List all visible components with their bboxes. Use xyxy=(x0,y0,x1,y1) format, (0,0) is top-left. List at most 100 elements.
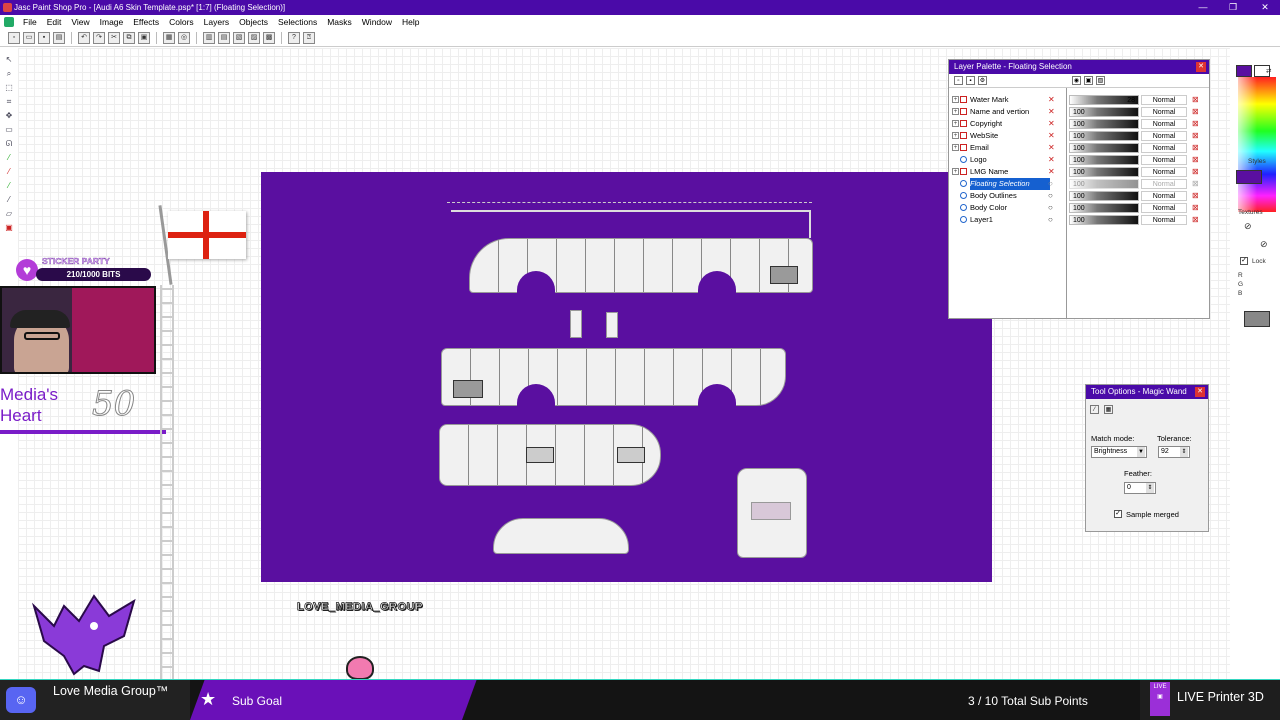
fill-icon[interactable]: ▣ xyxy=(4,222,14,234)
lock-checkbox[interactable]: ✓ xyxy=(1240,257,1248,265)
visibility-icon[interactable]: ✕ xyxy=(1048,156,1057,164)
layer-opacity[interactable]: 100 xyxy=(1069,203,1139,213)
expand-icon[interactable]: + xyxy=(952,132,959,139)
menu-file[interactable]: File xyxy=(18,17,42,27)
arrow-tool-icon[interactable]: ↖ xyxy=(4,54,14,66)
lasso-icon[interactable]: ᘏ xyxy=(4,138,14,150)
minimize-button[interactable]: — xyxy=(1188,0,1218,15)
visibility-toggle-icon[interactable]: ◉ xyxy=(1072,76,1081,85)
layer-row[interactable]: + WebSite ✕ 100 Normal ⊠ xyxy=(949,130,1211,142)
layer-row[interactable]: + Name and vertion ✕ 100 Normal ⊠ xyxy=(949,106,1211,118)
link-icon[interactable]: ▣ xyxy=(1084,76,1093,85)
lock-icon[interactable]: ⊠ xyxy=(1192,144,1201,152)
delete-layer-icon[interactable]: ▪ xyxy=(966,76,975,85)
visibility-icon[interactable]: ✕ xyxy=(1048,168,1057,176)
match-mode-select[interactable]: Brightness ▼ xyxy=(1091,446,1147,458)
spin-arrows-icon[interactable]: ⇕ xyxy=(1146,483,1154,493)
menu-masks[interactable]: Masks xyxy=(322,17,357,27)
expand-icon[interactable]: + xyxy=(952,120,959,127)
toolbar-icon[interactable]: ▤ xyxy=(218,31,230,44)
feather-input[interactable]: 0 ⇕ xyxy=(1124,482,1156,494)
blend-mode[interactable]: Normal xyxy=(1141,143,1187,153)
lock-icon[interactable]: ⊠ xyxy=(1192,204,1201,212)
blend-mode[interactable]: Normal xyxy=(1141,191,1187,201)
redo-icon[interactable]: ↷ xyxy=(93,31,105,44)
lock-icon[interactable]: ⊠ xyxy=(1192,168,1201,176)
color-picker-gradient[interactable] xyxy=(1238,77,1276,212)
layer-icon[interactable]: ▧ xyxy=(233,31,245,44)
new-icon[interactable]: ▫ xyxy=(8,31,20,44)
browse-icon[interactable]: ▦ xyxy=(163,31,175,44)
visibility-icon[interactable]: ○ xyxy=(1048,204,1057,212)
expand-icon[interactable]: + xyxy=(952,144,959,151)
layer-row[interactable]: + LMG Name ✕ 100 Normal ⊠ xyxy=(949,166,1211,178)
layer-opacity[interactable]: 100 xyxy=(1069,179,1139,189)
expand-icon[interactable]: + xyxy=(952,108,959,115)
layer-opacity[interactable]: 100 xyxy=(1069,119,1139,129)
restore-button[interactable]: ❐ xyxy=(1218,0,1248,15)
blend-mode[interactable]: Normal xyxy=(1141,131,1187,141)
brush-icon[interactable]: ⁄ xyxy=(4,180,14,192)
menu-help[interactable]: Help xyxy=(397,17,424,27)
visibility-icon[interactable]: ✕ xyxy=(1048,120,1057,128)
palettes-icon[interactable]: ▩ xyxy=(263,31,275,44)
menu-colors[interactable]: Colors xyxy=(164,17,199,27)
magic-wand-icon[interactable]: ⁄ xyxy=(4,152,14,164)
layer-opacity[interactable]: 100 xyxy=(1069,131,1139,141)
rect-select-icon[interactable]: ▭ xyxy=(4,124,14,136)
lock-icon[interactable]: ⊠ xyxy=(1192,192,1201,200)
crop-tool-icon[interactable]: ⌗ xyxy=(4,96,14,108)
blend-mode[interactable]: Normal xyxy=(1141,167,1187,177)
visibility-icon[interactable]: ✕ xyxy=(1048,132,1057,140)
sample-merged-checkbox[interactable]: ✓ xyxy=(1114,510,1122,518)
menu-objects[interactable]: Objects xyxy=(234,17,273,27)
chevron-down-icon[interactable]: ▼ xyxy=(1137,447,1145,457)
blend-mode[interactable]: Normal xyxy=(1141,215,1187,225)
blend-mode[interactable]: Normal xyxy=(1141,179,1187,189)
tolerance-input[interactable]: 92 ⇕ xyxy=(1158,446,1190,458)
menu-view[interactable]: View xyxy=(66,17,94,27)
new-layer-icon[interactable]: ▫ xyxy=(954,76,963,85)
visibility-icon[interactable]: ○ xyxy=(1048,216,1057,224)
blend-mode[interactable]: Normal xyxy=(1141,107,1187,117)
document-menu-icon[interactable] xyxy=(4,17,14,27)
lock-icon[interactable]: ⊠ xyxy=(1192,216,1201,224)
help-icon[interactable]: ? xyxy=(288,31,300,44)
blend-mode[interactable]: Normal xyxy=(1141,95,1187,105)
lock-icon[interactable]: ⊠ xyxy=(1192,180,1201,188)
close-icon[interactable]: ✕ xyxy=(1195,387,1205,397)
layer-opacity[interactable]: 100 xyxy=(1069,191,1139,201)
copy-icon[interactable]: ⧉ xyxy=(123,31,135,44)
save-icon[interactable]: ▪ xyxy=(38,31,50,44)
options-tab-icon[interactable]: ▦ xyxy=(1104,405,1113,414)
expand-icon[interactable]: + xyxy=(952,168,959,175)
menu-window[interactable]: Window xyxy=(357,17,397,27)
layer-options-icon[interactable]: ⚙ xyxy=(978,76,987,85)
blend-mode[interactable]: Normal xyxy=(1141,203,1187,213)
close-icon[interactable]: ✕ xyxy=(1196,62,1206,72)
clone-icon[interactable]: ⁄ xyxy=(4,194,14,206)
blend-mode[interactable]: Normal xyxy=(1141,155,1187,165)
lock-icon[interactable]: ⊠ xyxy=(1192,156,1201,164)
visibility-icon[interactable]: ○ xyxy=(1048,192,1057,200)
undo-icon[interactable]: ↶ xyxy=(78,31,90,44)
layer-opacity[interactable]: 100 xyxy=(1069,167,1139,177)
layer-row[interactable]: + Water Mark ✕ 28 Normal ⊠ xyxy=(949,94,1211,106)
visibility-icon[interactable]: ✕ xyxy=(1048,96,1057,104)
visibility-icon[interactable]: ○ xyxy=(1048,180,1057,188)
menu-image[interactable]: Image xyxy=(95,17,129,27)
open-icon[interactable]: ▭ xyxy=(23,31,35,44)
layer-row[interactable]: Body Color ○ 100 Normal ⊠ xyxy=(949,202,1211,214)
layer-row[interactable]: + Email ✕ 100 Normal ⊠ xyxy=(949,142,1211,154)
layer-row[interactable]: + Copyright ✕ 100 Normal ⊠ xyxy=(949,118,1211,130)
layer-opacity[interactable]: 28 xyxy=(1069,95,1139,105)
dropper-icon[interactable]: ⁄ xyxy=(4,166,14,178)
print-icon[interactable]: ▤ xyxy=(53,31,65,44)
zoom-tool-icon[interactable]: ⌕ xyxy=(4,68,14,80)
layer-opacity[interactable]: 100 xyxy=(1069,215,1139,225)
mover-tool-icon[interactable]: ✥ xyxy=(4,110,14,122)
layer-row[interactable]: Logo ✕ 100 Normal ⊠ xyxy=(949,154,1211,166)
layer-opacity[interactable]: 100 xyxy=(1069,107,1139,117)
lock-icon[interactable]: ⊠ xyxy=(1192,120,1201,128)
menu-layers[interactable]: Layers xyxy=(199,17,235,27)
